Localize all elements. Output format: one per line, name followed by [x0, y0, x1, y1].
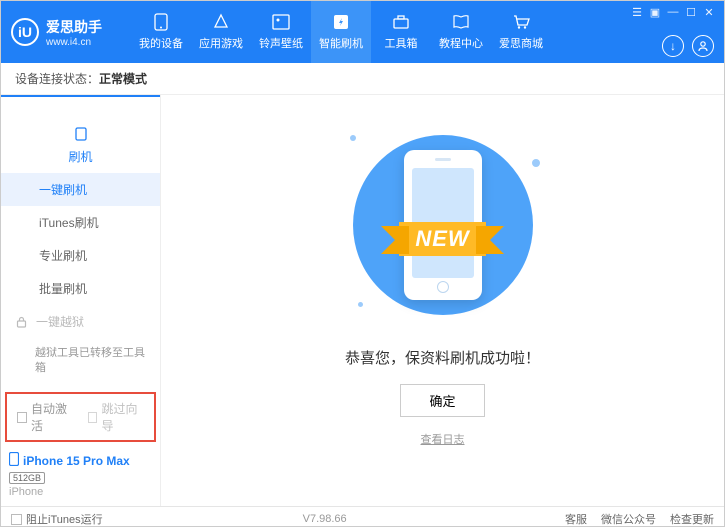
device-icon — [9, 452, 19, 469]
image-icon — [271, 13, 291, 31]
nav-label: 工具箱 — [385, 35, 418, 51]
checkbox-icon — [88, 412, 98, 423]
device-type: iPhone — [9, 486, 152, 498]
sidebar-group-more[interactable]: 更多 — [1, 385, 160, 388]
book-icon — [451, 13, 471, 31]
footer-link-support[interactable]: 客服 — [565, 511, 587, 527]
minimize-icon[interactable]: — — [666, 5, 680, 19]
skin-icon[interactable]: ▣ — [648, 5, 662, 19]
opt-label: 自动激活 — [31, 400, 74, 434]
close-icon[interactable]: ✕ — [702, 5, 716, 19]
menu-icon[interactable]: ☰ — [630, 5, 644, 19]
success-message: 恭喜您，保资料刷机成功啦！ — [345, 347, 540, 368]
cart-icon — [511, 13, 531, 31]
lock-icon — [15, 315, 28, 328]
device-info: iPhone 15 Pro Max 512GB iPhone — [1, 446, 160, 506]
user-icon[interactable] — [692, 35, 714, 57]
options-row: 自动激活 跳过向导 — [5, 392, 156, 442]
sidebar-item-itunes[interactable]: iTunes刷机 — [1, 206, 160, 239]
app-icon — [211, 13, 231, 31]
auto-activate-option[interactable]: 自动激活 — [17, 400, 74, 434]
version-label: V7.98.66 — [303, 513, 347, 525]
app-url: www.i4.cn — [46, 37, 102, 48]
maximize-icon[interactable]: ☐ — [684, 5, 698, 19]
nav-label: 应用游戏 — [199, 35, 243, 51]
new-ribbon: NEW — [399, 222, 485, 256]
nav-tutorials[interactable]: 教程中心 — [431, 1, 491, 63]
footer-link-update[interactable]: 检查更新 — [670, 511, 714, 527]
nav-apps[interactable]: 应用游戏 — [191, 1, 251, 63]
status-label: 设备连接状态： — [15, 72, 99, 86]
logo-area: iU 爱思助手 www.i4.cn — [1, 1, 131, 63]
sidebar-item-oneclick[interactable]: 一键刷机 — [1, 173, 160, 206]
ok-button[interactable]: 确定 — [400, 384, 484, 417]
nav-toolbox[interactable]: 工具箱 — [371, 1, 431, 63]
window-controls: ☰ ▣ — ☐ ✕ — [630, 5, 716, 19]
nav-label: 爱思商城 — [499, 35, 543, 51]
logo-icon: iU — [11, 18, 39, 46]
nav-ringtones[interactable]: 铃声壁纸 — [251, 1, 311, 63]
toolbox-icon — [391, 13, 411, 31]
nav-my-device[interactable]: 我的设备 — [131, 1, 191, 63]
sidebar: 刷机 一键刷机 iTunes刷机 专业刷机 批量刷机 一键越狱 越狱工具已转移至… — [1, 95, 161, 506]
view-log-link[interactable]: 查看日志 — [421, 431, 465, 447]
group-label: 刷机 — [68, 148, 92, 165]
nav-label: 铃声壁纸 — [259, 35, 303, 51]
header: iU 爱思助手 www.i4.cn 我的设备 应用游戏 铃声壁纸 智能刷机 工具… — [1, 1, 724, 63]
device-name: iPhone 15 Pro Max — [23, 454, 130, 468]
header-round-buttons: ↓ — [662, 35, 714, 57]
sidebar-item-batch[interactable]: 批量刷机 — [1, 272, 160, 305]
footer: 阻止iTunes运行 V7.98.66 客服 微信公众号 检查更新 — [1, 506, 724, 531]
nav-label: 智能刷机 — [319, 35, 363, 51]
download-icon[interactable]: ↓ — [662, 35, 684, 57]
sidebar-group-jailbreak: 一键越狱 — [1, 305, 160, 338]
nav-flash[interactable]: 智能刷机 — [311, 1, 371, 63]
checkbox-icon — [17, 412, 27, 423]
footer-link-wechat[interactable]: 微信公众号 — [601, 511, 656, 527]
flash-group-icon — [74, 127, 87, 140]
nav-store[interactable]: 爱思商城 — [491, 1, 551, 63]
status-bar: 设备连接状态：正常模式 — [1, 63, 724, 95]
sidebar-item-pro[interactable]: 专业刷机 — [1, 239, 160, 272]
flash-icon — [331, 13, 351, 31]
block-itunes-option[interactable]: 阻止iTunes运行 — [11, 511, 103, 527]
nav-label: 我的设备 — [139, 35, 183, 51]
phone-icon — [151, 13, 171, 31]
device-storage: 512GB — [9, 472, 45, 484]
status-value: 正常模式 — [99, 72, 147, 86]
sidebar-jailbreak-note: 越狱工具已转移至工具箱 — [1, 338, 160, 385]
opt-label: 阻止iTunes运行 — [26, 511, 103, 527]
nav-label: 教程中心 — [439, 35, 483, 51]
success-illustration: NEW — [328, 125, 558, 325]
checkbox-icon — [11, 514, 22, 525]
sidebar-group-flash[interactable]: 刷机 — [1, 95, 160, 173]
group-label: 一键越狱 — [36, 313, 84, 330]
opt-label: 跳过向导 — [101, 400, 144, 434]
main-content: NEW 恭喜您，保资料刷机成功啦！ 确定 查看日志 — [161, 95, 724, 506]
app-title: 爱思助手 — [46, 17, 102, 37]
skip-guide-option[interactable]: 跳过向导 — [88, 400, 145, 434]
